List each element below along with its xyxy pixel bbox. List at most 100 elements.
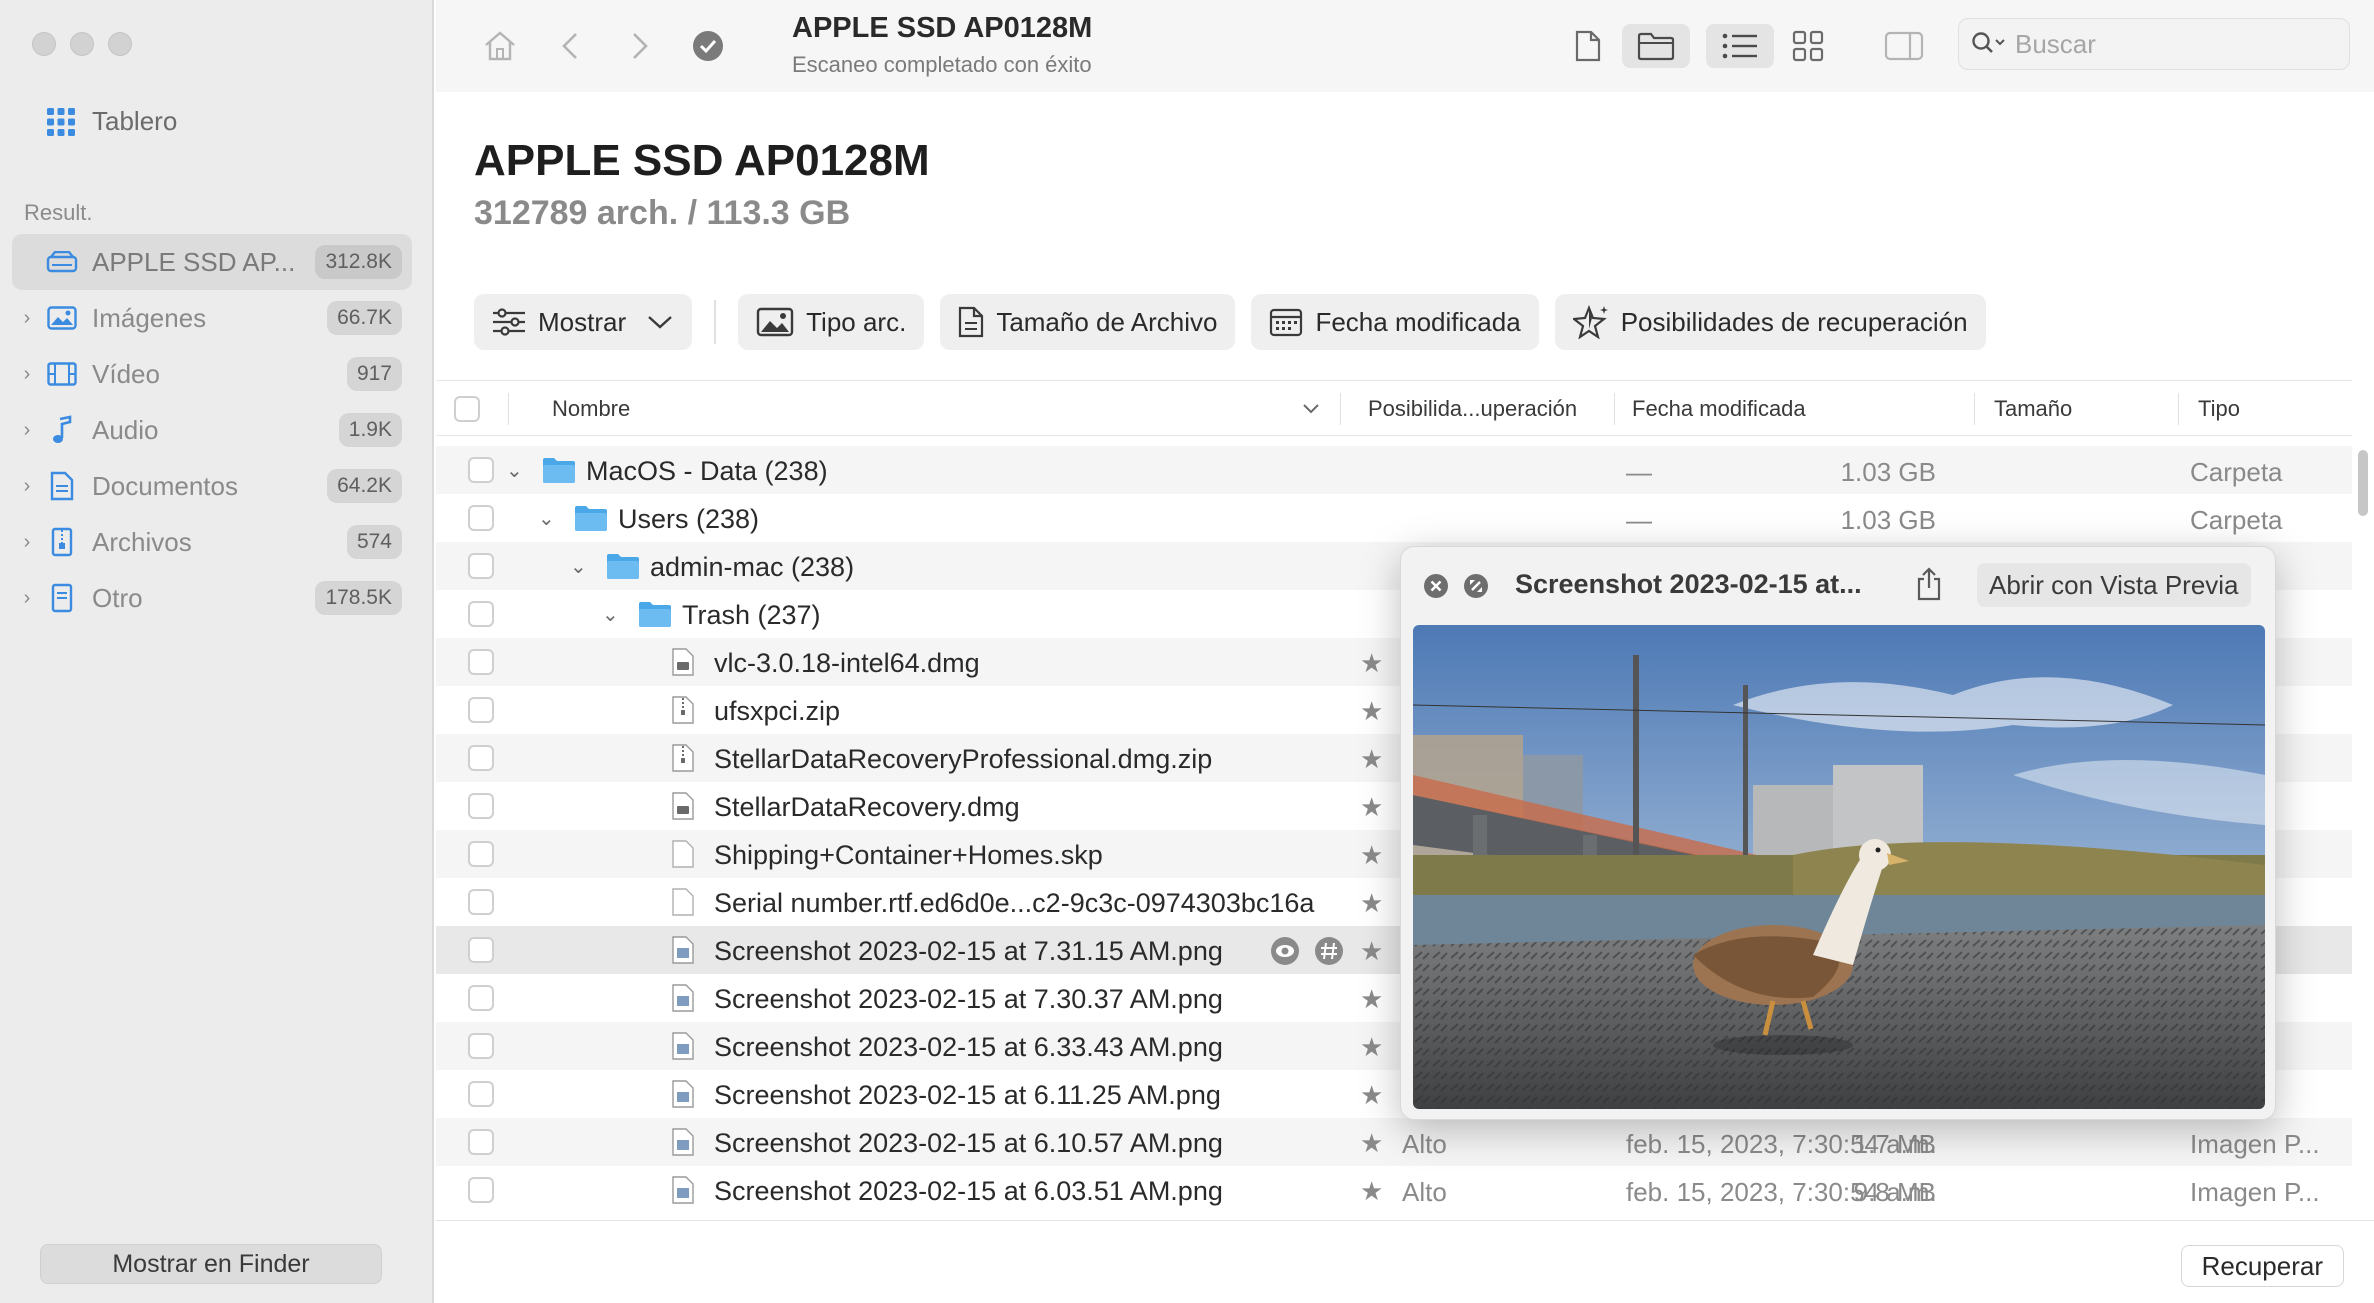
sidebar-item-other[interactable]: › Otro 178.5K	[12, 570, 412, 626]
table-scrollbar[interactable]	[2358, 450, 2368, 516]
chevron-right-icon[interactable]: ›	[12, 587, 42, 610]
row-checkbox[interactable]	[468, 1033, 494, 1059]
close-preview-button[interactable]	[1423, 573, 1449, 604]
star-icon[interactable]: ★	[1360, 744, 1383, 775]
row-checkbox[interactable]	[468, 841, 494, 867]
row-checkbox[interactable]	[468, 505, 494, 531]
star-icon[interactable]: ★	[1360, 936, 1383, 967]
column-header-type[interactable]: Tipo	[2198, 381, 2240, 437]
sort-chevron[interactable]	[1302, 381, 1320, 437]
row-checkbox[interactable]	[468, 601, 494, 627]
star-icon[interactable]: ★	[1360, 984, 1383, 1015]
sidebar-item-dashboard[interactable]: Tablero	[46, 106, 177, 137]
row-checkbox[interactable]	[468, 745, 494, 771]
file-name: Screenshot 2023-02-15 at 6.10.57 AM.png	[714, 1128, 1223, 1158]
row-checkbox[interactable]	[468, 1129, 494, 1155]
star-icon[interactable]: ★	[1360, 1176, 1383, 1207]
home-button[interactable]	[478, 24, 522, 68]
row-checkbox[interactable]	[468, 1081, 494, 1107]
chevron-right-icon[interactable]: ›	[12, 475, 42, 498]
sidebar-item-audio[interactable]: › Audio 1.9K	[12, 402, 412, 458]
table-row[interactable]: Screenshot 2023-02-15 at 6.10.57 AM.png …	[436, 1118, 2352, 1166]
recovery-chances-filter-label: Posibilidades de recuperación	[1620, 306, 1968, 337]
row-checkbox[interactable]	[468, 697, 494, 723]
file-name: vlc-3.0.18-intel64.dmg	[714, 648, 980, 678]
sidebar-item-drive[interactable]: APPLE SSD AP... 312.8K	[12, 234, 412, 290]
table-row[interactable]: ⌄ Users (238) — 1.03 GB Carpeta	[436, 494, 2352, 542]
row-checkbox[interactable]	[468, 457, 494, 483]
zoom-window-button[interactable]	[108, 32, 132, 56]
row-checkbox[interactable]	[468, 985, 494, 1011]
chevron-right-icon[interactable]: ›	[12, 307, 42, 330]
recovery-chances-filter-button[interactable]: Posibilidades de recuperación	[1554, 294, 1986, 350]
date-modified-filter-button[interactable]: Fecha modificada	[1251, 294, 1539, 350]
window-controls	[32, 32, 132, 56]
disclosure-chevron-down-icon[interactable]: ⌄	[602, 602, 619, 627]
column-header-date[interactable]: Fecha modificada	[1632, 381, 1806, 437]
disclosure-chevron-down-icon[interactable]: ⌄	[538, 506, 555, 531]
png-file-icon	[672, 936, 694, 971]
row-checkbox[interactable]	[468, 937, 494, 963]
chevron-right-icon[interactable]: ›	[12, 531, 42, 554]
home-icon	[485, 31, 515, 61]
chevron-right-icon[interactable]: ›	[12, 419, 42, 442]
row-checkbox[interactable]	[468, 649, 494, 675]
star-icon[interactable]: ★	[1360, 1032, 1383, 1063]
show-filter-button[interactable]: Mostrar	[474, 294, 693, 350]
select-all-checkbox[interactable]	[454, 396, 480, 422]
sidebar-item-documents[interactable]: › Documentos 64.2K	[12, 458, 412, 514]
date-modified: —	[1626, 505, 1652, 535]
disclosure-chevron-down-icon[interactable]: ⌄	[570, 554, 587, 579]
file-size-filter-button[interactable]: Tamaño de Archivo	[940, 294, 1236, 350]
close-window-button[interactable]	[32, 32, 56, 56]
chevron-right-icon[interactable]: ›	[12, 363, 42, 386]
share-button[interactable]	[1915, 567, 1943, 606]
search-input[interactable]	[2015, 28, 2335, 60]
chevron-down-icon	[648, 316, 672, 329]
star-icon[interactable]: ★	[1360, 696, 1383, 727]
star-icon[interactable]: ★	[1360, 1080, 1383, 1111]
table-header: Nombre Posibilida...uperación Fecha modi…	[436, 380, 2352, 436]
sidebar-item-archives[interactable]: › Archivos 574	[12, 514, 412, 570]
column-header-name[interactable]: Nombre	[552, 381, 772, 437]
table-row[interactable]: ⌄ MacOS - Data (238) — 1.03 GB Carpeta	[436, 446, 2352, 494]
count-badge: 1.9K	[338, 413, 402, 447]
row-checkbox[interactable]	[468, 553, 494, 579]
table-row[interactable]: Screenshot 2023-02-15 at 6.03.51 AM.png …	[436, 1166, 2352, 1214]
star-icon[interactable]: ★	[1360, 648, 1383, 679]
star-icon[interactable]: ★	[1360, 840, 1383, 871]
disclosure-chevron-down-icon[interactable]: ⌄	[506, 458, 523, 483]
sidebar-item-video[interactable]: › Vídeo 917	[12, 346, 412, 402]
row-checkbox[interactable]	[468, 1177, 494, 1203]
show-in-finder-button[interactable]: Mostrar en Finder	[40, 1244, 382, 1284]
recover-button[interactable]: Recuperar	[2180, 1245, 2344, 1287]
close-icon	[1424, 574, 1448, 598]
row-checkbox[interactable]	[468, 793, 494, 819]
column-header-chances[interactable]: Posibilida...uperación	[1368, 381, 1577, 437]
grid-view-button[interactable]	[1786, 24, 1830, 68]
star-icon[interactable]: ★	[1360, 1128, 1383, 1159]
star-icon[interactable]: ★	[1360, 792, 1383, 823]
list-view-button[interactable]	[1706, 24, 1774, 68]
fullscreen-preview-button[interactable]	[1463, 573, 1489, 604]
film-icon	[42, 362, 82, 386]
results-section-label: Result.	[24, 200, 93, 225]
open-with-preview-button[interactable]: Abrir con Vista Previa	[1977, 563, 2251, 607]
star-icon[interactable]: ★	[1360, 888, 1383, 919]
forward-button[interactable]	[618, 24, 662, 68]
back-button[interactable]	[548, 24, 592, 68]
preview-pane-toggle[interactable]	[1876, 24, 1932, 68]
minimize-window-button[interactable]	[70, 32, 94, 56]
row-checkbox[interactable]	[468, 889, 494, 915]
file-name: Screenshot 2023-02-15 at 6.33.43 AM.png	[714, 1032, 1223, 1062]
eye-preview-icon[interactable]	[1270, 936, 1300, 966]
sidebar-item-label: Imágenes	[92, 302, 207, 333]
hash-icon[interactable]	[1314, 936, 1344, 966]
search-field[interactable]	[1958, 18, 2350, 70]
folder-icon	[638, 600, 672, 635]
sidebar-item-images[interactable]: › Imágenes 66.7K	[12, 290, 412, 346]
file-view-button[interactable]	[1566, 24, 1610, 68]
file-type-filter-button[interactable]: Tipo arc.	[738, 294, 925, 350]
column-header-size[interactable]: Tamaño	[1994, 381, 2072, 437]
folder-view-button[interactable]	[1622, 24, 1690, 68]
